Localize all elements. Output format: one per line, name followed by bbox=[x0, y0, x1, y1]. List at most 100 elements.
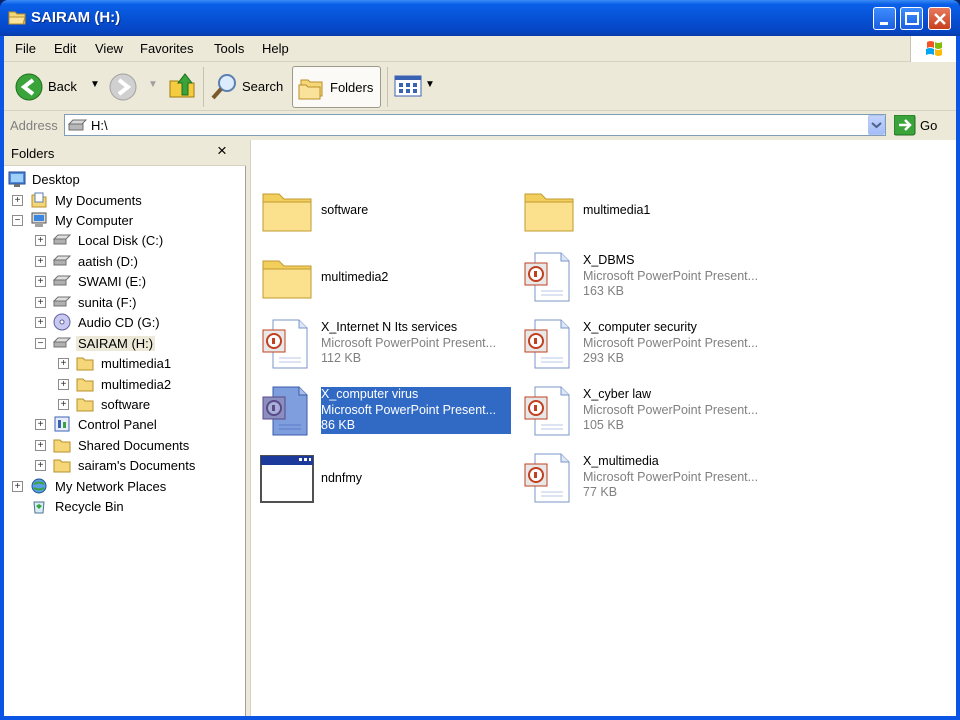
tree-label: SWAMI (E:) bbox=[78, 274, 147, 289]
file-item-multimedia2[interactable]: multimedia2 bbox=[257, 245, 509, 309]
tree-item-audio-cd-g[interactable]: + Audio CD (G:) bbox=[35, 313, 215, 333]
expand-icon[interactable]: + bbox=[35, 460, 46, 471]
back-dropdown-icon[interactable]: ▼ bbox=[90, 79, 100, 90]
tree-item-multimedia2[interactable]: + multimedia2 bbox=[58, 375, 218, 395]
drive-icon bbox=[53, 296, 71, 307]
file-text: X_cyber law Microsoft PowerPoint Present… bbox=[583, 387, 773, 434]
up-folder-button[interactable] bbox=[166, 69, 198, 105]
file-text: ndnfmy bbox=[321, 471, 511, 487]
menu-view[interactable]: View bbox=[95, 41, 123, 56]
expand-icon[interactable]: + bbox=[12, 481, 23, 492]
search-button[interactable]: Search bbox=[208, 69, 288, 105]
back-button[interactable]: Back ▼ bbox=[10, 69, 102, 105]
minimize-button[interactable] bbox=[873, 7, 896, 30]
up-folder-icon bbox=[169, 73, 195, 98]
file-name: ndnfmy bbox=[321, 471, 362, 485]
views-button[interactable]: ▼ bbox=[392, 73, 436, 101]
drive-icon bbox=[53, 337, 71, 348]
file-item-x-dbms[interactable]: X_DBMS Microsoft PowerPoint Present... 1… bbox=[519, 245, 771, 309]
close-button[interactable] bbox=[928, 7, 951, 30]
application-file-icon bbox=[260, 455, 314, 503]
folders-pane: Folders × Desktop + My Documents − My Co… bbox=[4, 140, 246, 716]
file-name: X_Internet N Its services bbox=[321, 320, 458, 334]
file-list-view: software multimedia1 multimedia2 X_DBMS bbox=[250, 140, 956, 716]
menu-favorites[interactable]: Favorites bbox=[140, 41, 193, 56]
expand-icon[interactable]: + bbox=[35, 419, 46, 430]
file-name: X_cyber law bbox=[583, 387, 652, 401]
expand-icon[interactable]: + bbox=[35, 317, 46, 328]
tree-item-sairams-documents[interactable]: + sairam's Documents bbox=[35, 456, 225, 476]
search-icon bbox=[211, 74, 236, 100]
folders-pane-close-button[interactable]: × bbox=[217, 141, 227, 161]
collapse-icon[interactable]: − bbox=[12, 215, 23, 226]
chevron-down-icon bbox=[871, 122, 882, 129]
file-text: multimedia1 bbox=[583, 203, 773, 219]
recycle-bin-icon bbox=[33, 501, 45, 514]
file-name: multimedia1 bbox=[583, 203, 651, 217]
address-dropdown-button[interactable] bbox=[868, 115, 885, 135]
tree-label: Shared Documents bbox=[78, 438, 190, 453]
tree-item-sairam-h[interactable]: − SAIRAM (H:) bbox=[35, 334, 215, 354]
tree-item-my-network-places[interactable]: + My Network Places bbox=[12, 477, 192, 497]
tree-label: SAIRAM (H:) bbox=[76, 336, 156, 351]
tree-item-my-computer[interactable]: − My Computer bbox=[12, 211, 192, 231]
expand-icon[interactable]: + bbox=[35, 440, 46, 451]
folders-button[interactable]: Folders bbox=[292, 66, 381, 108]
tree-item-sunita-f[interactable]: + sunita (F:) bbox=[35, 293, 215, 313]
forward-dropdown-icon: ▼ bbox=[148, 79, 158, 90]
folder-icon bbox=[524, 193, 574, 232]
expand-icon[interactable]: + bbox=[35, 276, 46, 287]
back-label: Back bbox=[48, 79, 77, 94]
tree-label: Recycle Bin bbox=[55, 499, 124, 514]
title-bar[interactable]: SAIRAM (H:) bbox=[0, 0, 960, 36]
tree-item-my-documents[interactable]: + My Documents bbox=[12, 191, 192, 211]
file-item-x-multimedia[interactable]: X_multimedia Microsoft PowerPoint Presen… bbox=[519, 446, 771, 510]
tree-label: sairam's Documents bbox=[78, 458, 196, 473]
file-type: Microsoft PowerPoint Present... bbox=[583, 402, 759, 417]
tree-label: My Computer bbox=[55, 213, 134, 228]
file-item-software[interactable]: software bbox=[257, 178, 509, 242]
menu-file[interactable]: File bbox=[15, 41, 36, 56]
tree-item-local-disk-c[interactable]: + Local Disk (C:) bbox=[35, 231, 215, 251]
tree-item-software[interactable]: + software bbox=[58, 395, 218, 415]
file-text: software bbox=[321, 203, 511, 219]
expand-icon[interactable]: + bbox=[35, 235, 46, 246]
close-icon bbox=[934, 13, 946, 25]
window-title: SAIRAM (H:) bbox=[31, 9, 121, 26]
forward-button[interactable]: ▼ bbox=[108, 69, 160, 105]
file-item-x-cyber-law[interactable]: X_cyber law Microsoft PowerPoint Present… bbox=[519, 379, 771, 443]
address-input[interactable]: H:\ bbox=[64, 114, 886, 136]
file-type: Microsoft PowerPoint Present... bbox=[583, 335, 759, 350]
maximize-button[interactable] bbox=[900, 7, 923, 30]
tree-item-recycle-bin[interactable]: Recycle Bin bbox=[12, 497, 192, 517]
file-item-x-computer-virus[interactable]: X_computer virus Microsoft PowerPoint Pr… bbox=[257, 379, 511, 443]
expand-icon[interactable]: + bbox=[58, 358, 69, 369]
tree-item-shared-documents[interactable]: + Shared Documents bbox=[35, 436, 215, 456]
expand-icon[interactable]: + bbox=[12, 195, 23, 206]
tree-item-swami-e[interactable]: + SWAMI (E:) bbox=[35, 272, 215, 292]
file-size: 77 KB bbox=[583, 485, 618, 499]
file-item-x-computer-security[interactable]: X_computer security Microsoft PowerPoint… bbox=[519, 312, 771, 376]
powerpoint-file-icon bbox=[262, 386, 308, 436]
menu-edit[interactable]: Edit bbox=[54, 41, 76, 56]
menu-tools[interactable]: Tools bbox=[214, 41, 244, 56]
expand-icon[interactable]: + bbox=[35, 256, 46, 267]
folder-icon bbox=[76, 378, 94, 392]
file-name: X_multimedia bbox=[583, 454, 659, 468]
expand-icon[interactable]: + bbox=[58, 379, 69, 390]
tree-item-desktop[interactable]: Desktop bbox=[8, 170, 188, 190]
collapse-icon[interactable]: − bbox=[35, 338, 46, 349]
tree-item-aatish-d[interactable]: + aatish (D:) bbox=[35, 252, 215, 272]
menu-help[interactable]: Help bbox=[262, 41, 289, 56]
file-item-multimedia1[interactable]: multimedia1 bbox=[519, 178, 771, 242]
powerpoint-file-icon bbox=[262, 319, 308, 369]
go-button[interactable]: Go bbox=[893, 114, 952, 136]
expand-icon[interactable]: + bbox=[58, 399, 69, 410]
tree-item-control-panel[interactable]: + Control Panel bbox=[35, 415, 215, 435]
folder-icon bbox=[262, 193, 312, 232]
expand-icon[interactable]: + bbox=[35, 297, 46, 308]
file-item-ndnfmy[interactable]: ndnfmy bbox=[257, 446, 509, 510]
file-name: X_computer security bbox=[583, 320, 697, 334]
file-item-x-internet-n-its-services[interactable]: X_Internet N Its services Microsoft Powe… bbox=[257, 312, 509, 376]
tree-item-multimedia1[interactable]: + multimedia1 bbox=[58, 354, 218, 374]
